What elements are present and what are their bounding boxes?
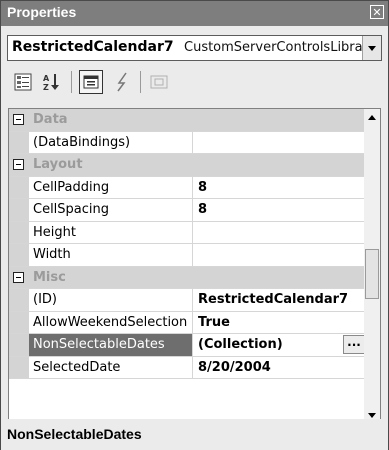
property-value[interactable]: 8/20/2004 [198,360,271,375]
property-grid: Data (DataBindings) Layout CellPadding 8 [8,108,381,426]
properties-toolbar: A Z [7,65,382,99]
column-divider [192,311,193,333]
selected-object-name: RestrictedCalendar7 [12,39,174,55]
svg-text:Z: Z [43,83,49,92]
category-misc[interactable]: Misc [9,266,365,289]
property-value[interactable]: 8 [198,202,207,217]
close-icon[interactable]: ✕ [370,5,384,19]
scroll-up-icon[interactable] [364,109,380,127]
object-selector-dropdown[interactable]: RestrictedCalendar7 CustomServerControls… [7,35,382,61]
column-divider [192,199,193,221]
collapse-toggle-icon[interactable] [13,159,24,170]
row-gutter [9,311,29,333]
property-row-cellpadding[interactable]: CellPadding 8 [9,176,365,199]
toolbar-separator [140,71,141,93]
row-gutter [9,334,29,356]
property-row-databindings[interactable]: (DataBindings) [9,131,365,154]
category-data[interactable]: Data [9,109,365,132]
window-title: Properties [7,4,77,20]
category-label: Misc [33,269,66,285]
property-rows: Data (DataBindings) Layout CellPadding 8 [9,109,365,379]
property-name: Width [33,247,71,262]
description-title: NonSelectableDates [7,426,142,442]
property-value[interactable]: RestrictedCalendar7 [198,292,348,307]
property-row-nonselectabledates[interactable]: NonSelectableDates (Collection) ... [9,334,365,357]
row-gutter [9,176,29,198]
column-divider [192,131,193,153]
property-row-cellspacing[interactable]: CellSpacing 8 [9,199,365,222]
row-gutter [9,221,29,243]
property-name: CellSpacing [33,202,110,217]
property-row-height[interactable]: Height [9,221,365,244]
category-layout[interactable]: Layout [9,154,365,177]
property-name: (ID) [33,292,57,307]
property-name: Height [33,224,76,240]
vertical-scrollbar[interactable] [364,109,380,425]
category-label: Data [33,112,68,127]
events-lightning-icon[interactable] [111,70,135,94]
description-area: NonSelectableDates [7,426,382,449]
properties-icon[interactable] [79,70,103,94]
row-gutter [9,131,29,153]
chevron-down-icon[interactable] [362,36,381,60]
property-value[interactable]: (Collection) [198,337,283,352]
property-name: SelectedDate [33,359,121,375]
categorized-icon[interactable] [11,70,35,94]
property-row-id[interactable]: (ID) RestrictedCalendar7 [9,289,365,312]
collapse-toggle-icon[interactable] [13,271,24,283]
alphabetical-sort-icon[interactable]: A Z [39,70,63,94]
column-divider [192,176,193,198]
property-name: NonSelectableDates [33,337,165,352]
property-row-allowweekendselection[interactable]: AllowWeekendSelection True [9,311,365,334]
row-gutter [9,244,29,266]
column-divider [192,244,193,266]
column-divider [192,289,193,311]
property-value[interactable]: 8 [198,180,207,195]
row-gutter [9,199,29,221]
row-gutter [9,289,29,311]
property-row-width[interactable]: Width [9,244,365,267]
column-divider [192,356,193,378]
collapse-toggle-icon[interactable] [13,114,24,125]
property-row-selecteddate[interactable]: SelectedDate 8/20/2004 [9,356,365,379]
row-gutter [9,356,29,378]
property-value[interactable]: True [198,315,230,330]
selected-object-type: CustomServerControlsLibrary. [184,40,378,55]
toolbar-separator [71,71,72,93]
collection-editor-button[interactable]: ... [343,335,365,354]
column-divider [192,334,193,356]
title-bar: Properties ✕ [1,1,388,26]
property-pages-icon[interactable] [147,70,171,94]
properties-window: Properties ✕ RestrictedCalendar7 CustomS… [0,0,389,450]
property-name: CellPadding [33,179,110,195]
category-label: Layout [33,157,83,172]
scrollbar-thumb[interactable] [365,249,379,299]
svg-text:A: A [43,74,50,83]
property-name: AllowWeekendSelection [33,314,188,330]
property-name: (DataBindings) [33,134,131,150]
column-divider [192,221,193,243]
